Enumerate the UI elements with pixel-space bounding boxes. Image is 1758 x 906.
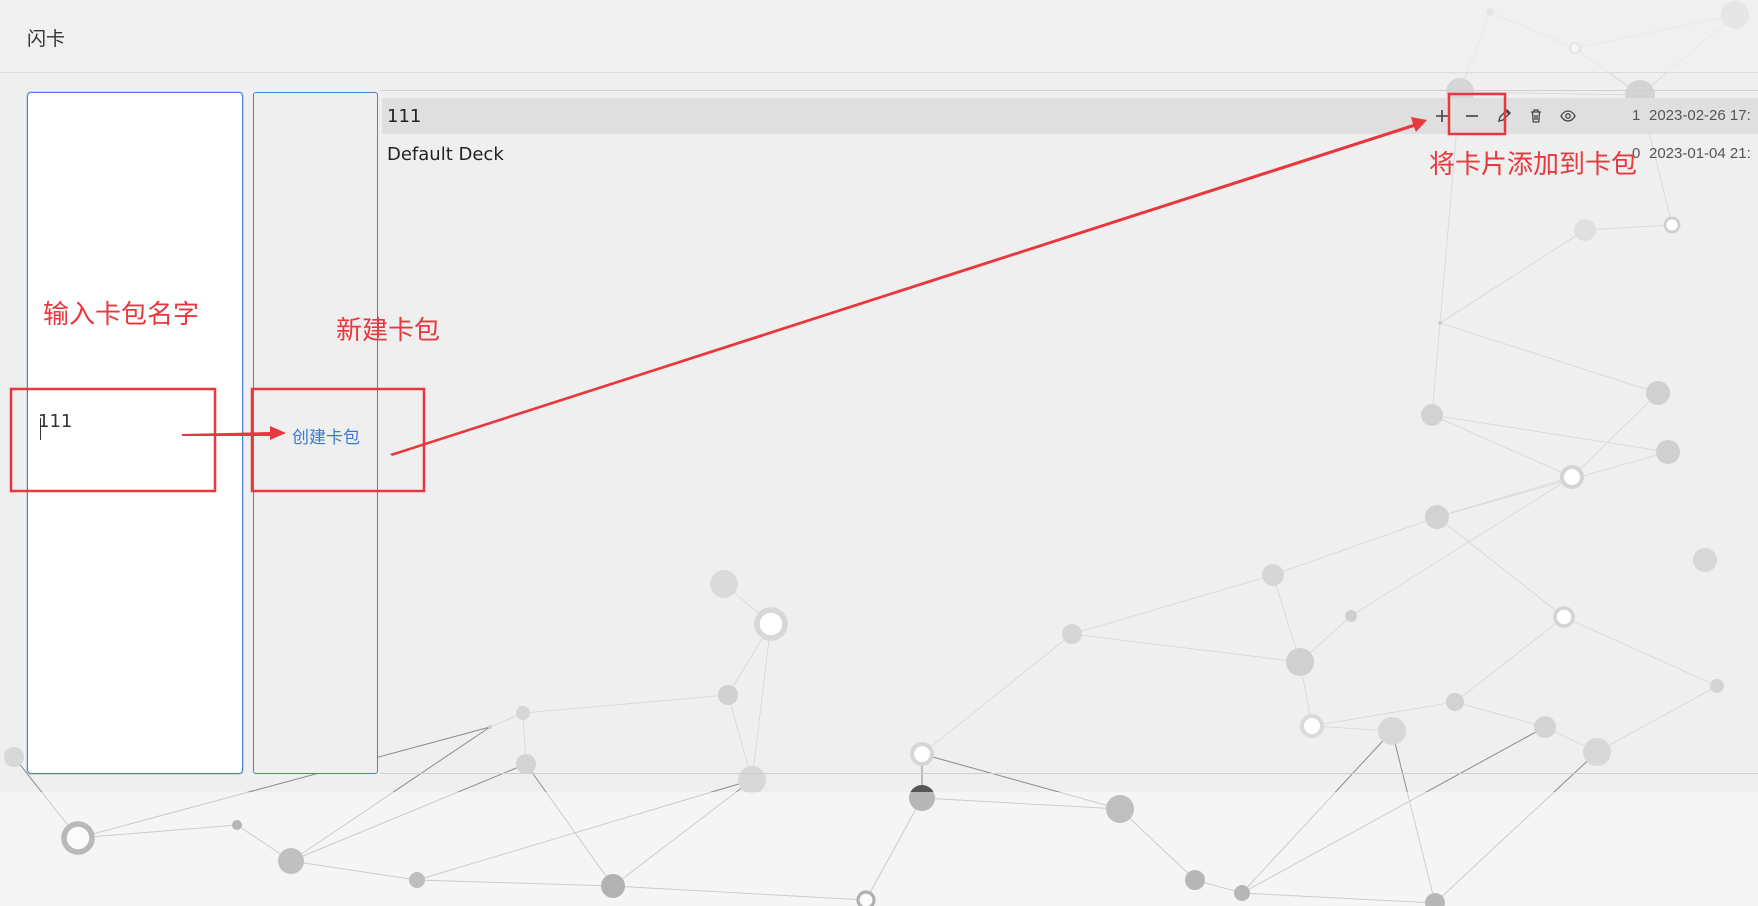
title-bar: 闪卡 (0, 0, 1758, 73)
deck-list: 111 1 2023-02-26 17: Default Deck 0 2023… (380, 90, 1758, 774)
trash-icon[interactable] (1524, 104, 1548, 128)
deck-date: 2023-01-04 21: (1649, 145, 1751, 162)
minus-icon[interactable] (1460, 104, 1484, 128)
text-caret (40, 418, 41, 440)
plus-icon[interactable] (1430, 104, 1454, 128)
eye-icon[interactable] (1556, 104, 1580, 128)
deck-date: 2023-02-26 17: (1649, 107, 1751, 124)
deck-card-count: 1 (1632, 107, 1641, 124)
deck-name: 111 (387, 106, 422, 127)
annotation-add-hint: 将卡片添加到卡包 (1429, 150, 1638, 180)
deck-name-panel (27, 92, 243, 774)
bottom-band (0, 792, 1758, 906)
deck-name: Default Deck (387, 144, 504, 165)
create-deck-button[interactable]: 创建卡包 (292, 423, 360, 448)
annotation-create-hint: 新建卡包 (336, 316, 441, 346)
deck-row-111[interactable]: 111 1 2023-02-26 17: (382, 98, 1758, 134)
deck-name-input[interactable] (38, 411, 188, 432)
annotation-input-hint: 输入卡包名字 (43, 300, 200, 330)
pencil-icon[interactable] (1492, 104, 1516, 128)
create-panel: 创建卡包 (253, 92, 378, 774)
app-title: 闪卡 (27, 28, 66, 50)
